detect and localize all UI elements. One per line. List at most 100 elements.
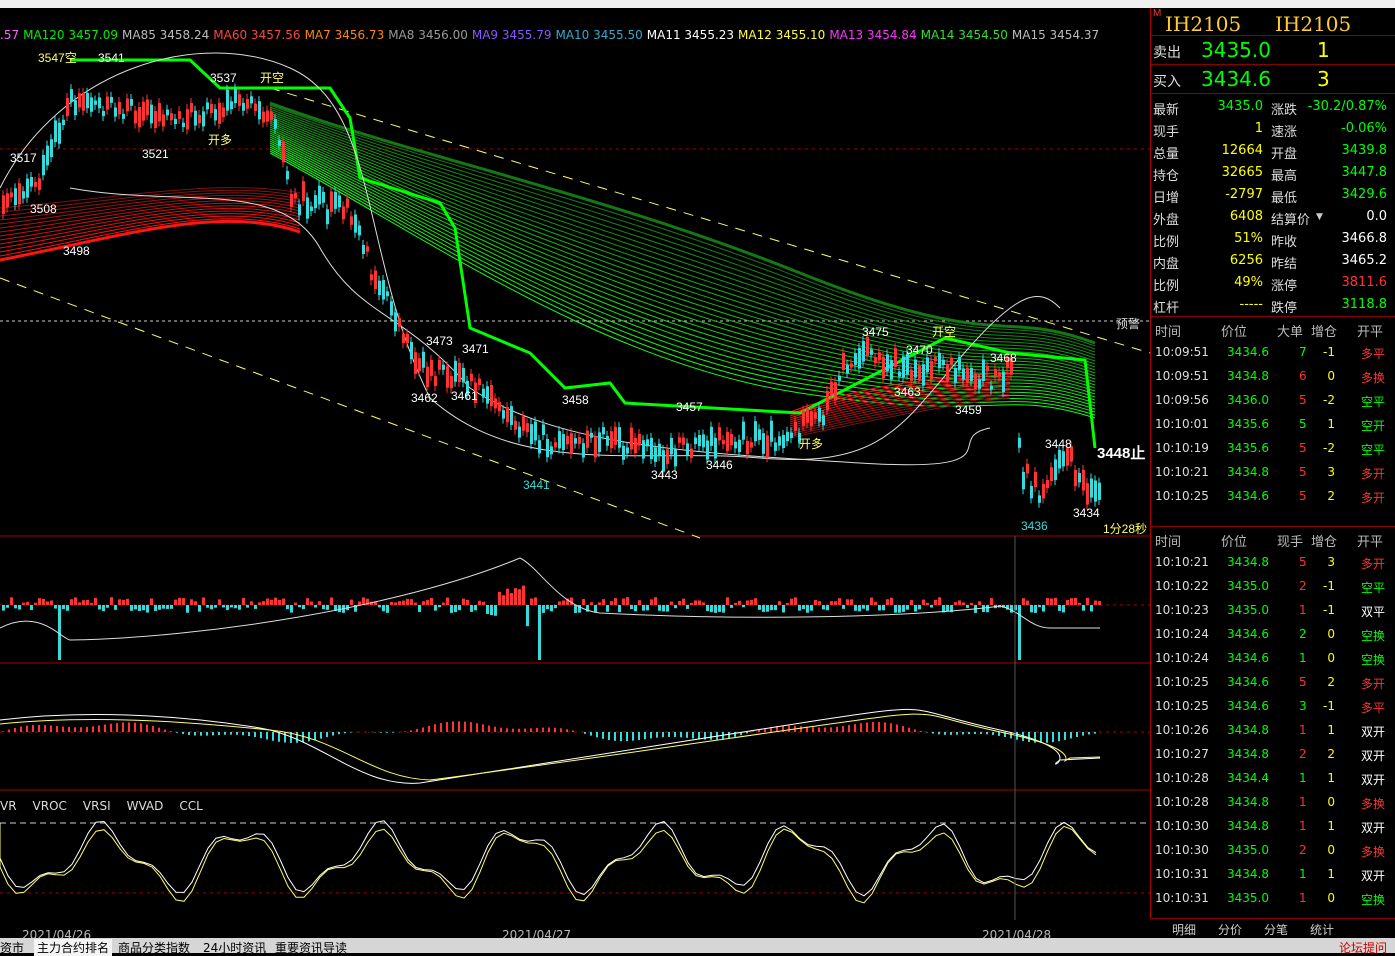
volume-bar — [1090, 605, 1093, 611]
list-item[interactable]: 10:10:273434.822双开 — [1151, 742, 1395, 766]
list-item[interactable]: 10:10:233435.01-1双平 — [1151, 598, 1395, 622]
list-item[interactable]: 10:10:213434.853多开 — [1151, 460, 1395, 484]
volume-bar — [694, 600, 697, 605]
candle-body — [46, 146, 49, 166]
volume-bar — [786, 603, 789, 605]
trade-type: 多换 — [1361, 795, 1385, 812]
ma-fan-line — [270, 141, 1095, 400]
panel-tab[interactable]: 分笔 — [1264, 921, 1288, 938]
candle-body — [374, 271, 377, 289]
candle-body — [974, 374, 977, 389]
macd-bar — [320, 732, 322, 739]
volume-bar — [870, 597, 873, 605]
indicator-tab[interactable]: VR — [0, 799, 17, 813]
list-item[interactable]: 10:10:283434.810多换 — [1151, 790, 1395, 814]
bid-row[interactable]: 买入 3434.6 3 — [1151, 65, 1395, 94]
list-item[interactable]: 10:09:513434.860多换 — [1151, 364, 1395, 388]
volume-bar — [978, 601, 981, 605]
volume-bar — [934, 600, 937, 605]
volume-bar — [782, 605, 785, 612]
panel-tabs[interactable]: 明细 分价 分笔 统计 — [1150, 918, 1395, 938]
trade-type: 双开 — [1361, 771, 1385, 788]
trade-oi-change: 1 — [1327, 771, 1335, 785]
volume-bar — [158, 605, 161, 610]
bottom-tab[interactable]: 24小时资讯 — [203, 939, 266, 956]
list-item[interactable]: 10:10:313434.811双开 — [1151, 862, 1395, 886]
tick-list[interactable]: 时间价位现手增仓开平10:10:213434.853多开10:10:223435… — [1151, 526, 1395, 910]
list-item[interactable]: 10:10:263434.811双开 — [1151, 718, 1395, 742]
volume-bar — [258, 602, 261, 605]
panel-tab[interactable]: 统计 — [1310, 921, 1334, 938]
dropdown-arrow-icon[interactable]: ▼ — [1316, 212, 1323, 222]
list-item[interactable]: 10:10:213434.853多开 — [1151, 550, 1395, 574]
bottom-tab[interactable]: 资市 — [0, 939, 24, 956]
list-item[interactable]: 10:10:243434.610空换 — [1151, 646, 1395, 670]
volume-bar — [98, 605, 101, 609]
bottom-tab-bar[interactable]: 资市主力合约排名商品分类指数 24小时资讯重要资讯导读 论坛提问 — [0, 938, 1395, 953]
ma-legend-item: MA85 3458.24 — [122, 28, 209, 42]
list-item[interactable]: 10:09:563436.05-2空平 — [1151, 388, 1395, 412]
quote-label: 昨结 — [1271, 253, 1297, 272]
macd-bar — [1088, 732, 1090, 734]
trade-type: 空平 — [1361, 441, 1385, 458]
list-item[interactable]: 10:09:513434.67-1多平 — [1151, 340, 1395, 364]
macd-bar — [110, 724, 112, 732]
macd-bar — [50, 725, 52, 732]
list-item[interactable]: 10:10:253434.652多开 — [1151, 670, 1395, 694]
volume-bar — [482, 602, 485, 605]
indicator-tabs[interactable]: VR VROC VRSI WVAD CCL — [0, 799, 219, 813]
indicator-tab[interactable]: CCL — [179, 799, 202, 813]
volume-bar — [506, 589, 509, 605]
bottom-tab[interactable]: 重要资讯导读 — [275, 939, 347, 956]
quote-row: 日增-2797最低3429.6 — [1151, 184, 1395, 206]
list-item[interactable]: 10:10:313435.010空换 — [1151, 886, 1395, 910]
list-item[interactable]: 10:10:303435.020多换 — [1151, 838, 1395, 862]
quote-label: 涨停 — [1271, 275, 1297, 294]
list-item[interactable]: 10:10:193435.65-2空平 — [1151, 436, 1395, 460]
list-item[interactable]: 10:10:013435.651空开 — [1151, 412, 1395, 436]
macd-bar — [710, 732, 712, 740]
quote-value: 0.0 — [1366, 209, 1387, 224]
forum-question-link[interactable]: 论坛提问 — [1339, 939, 1387, 956]
trade-volume: 5 — [1299, 417, 1307, 431]
trade-volume: 3 — [1299, 699, 1307, 713]
price-annotation: 3508 — [30, 202, 57, 216]
big-order-list[interactable]: 时间价位大单增仓开平10:09:513434.67-1多平10:09:51343… — [1151, 316, 1395, 526]
indicator-tab[interactable]: WVAD — [127, 799, 164, 813]
candle-body — [538, 440, 541, 453]
panel-tab[interactable]: 明细 — [1172, 921, 1196, 938]
volume-bar — [510, 593, 513, 605]
macd-bar — [404, 731, 406, 732]
macd-bar — [530, 728, 532, 732]
quote-value: -0.06% — [1341, 121, 1387, 136]
volume-bar — [1042, 605, 1045, 612]
trade-oi-change: 0 — [1327, 651, 1335, 665]
kline-chart-area[interactable]: 3547空35413537开空35173521开多350834983473347… — [0, 8, 1150, 938]
volume-bar — [470, 605, 473, 612]
ask-row[interactable]: 卖出 3435.0 1 — [1151, 36, 1395, 65]
list-item[interactable]: 10:10:243434.620空换 — [1151, 622, 1395, 646]
bottom-tab[interactable]: 主力合约排名 — [34, 939, 112, 956]
candle-body — [530, 424, 533, 444]
trade-price: 3434.8 — [1227, 465, 1269, 479]
panel-tab[interactable]: 分价 — [1218, 921, 1242, 938]
list-item[interactable]: 10:10:253434.63-1多平 — [1151, 694, 1395, 718]
volume-bar — [930, 605, 933, 608]
candle-body — [930, 361, 933, 379]
list-item[interactable]: 10:10:283434.411双开 — [1151, 766, 1395, 790]
bottom-tab[interactable]: 商品分类指数 — [118, 939, 190, 956]
candle-body — [158, 103, 161, 121]
indicator-tab[interactable]: VRSI — [83, 799, 111, 813]
volume-bar — [658, 605, 661, 611]
list-item[interactable]: 10:10:303434.811双开 — [1151, 814, 1395, 838]
volume-bar — [718, 605, 721, 612]
volume-bar — [682, 599, 685, 605]
list-item[interactable]: 10:10:223435.02-1空平 — [1151, 574, 1395, 598]
macd-bar — [26, 726, 28, 732]
volume-bar — [766, 605, 769, 612]
price-annotation: 开空 — [932, 325, 956, 339]
indicator-tab[interactable]: VROC — [33, 799, 67, 813]
candle-body — [394, 312, 397, 331]
quote-label: 跌停 — [1271, 297, 1297, 316]
list-item[interactable]: 10:10:253434.652多开 — [1151, 484, 1395, 508]
